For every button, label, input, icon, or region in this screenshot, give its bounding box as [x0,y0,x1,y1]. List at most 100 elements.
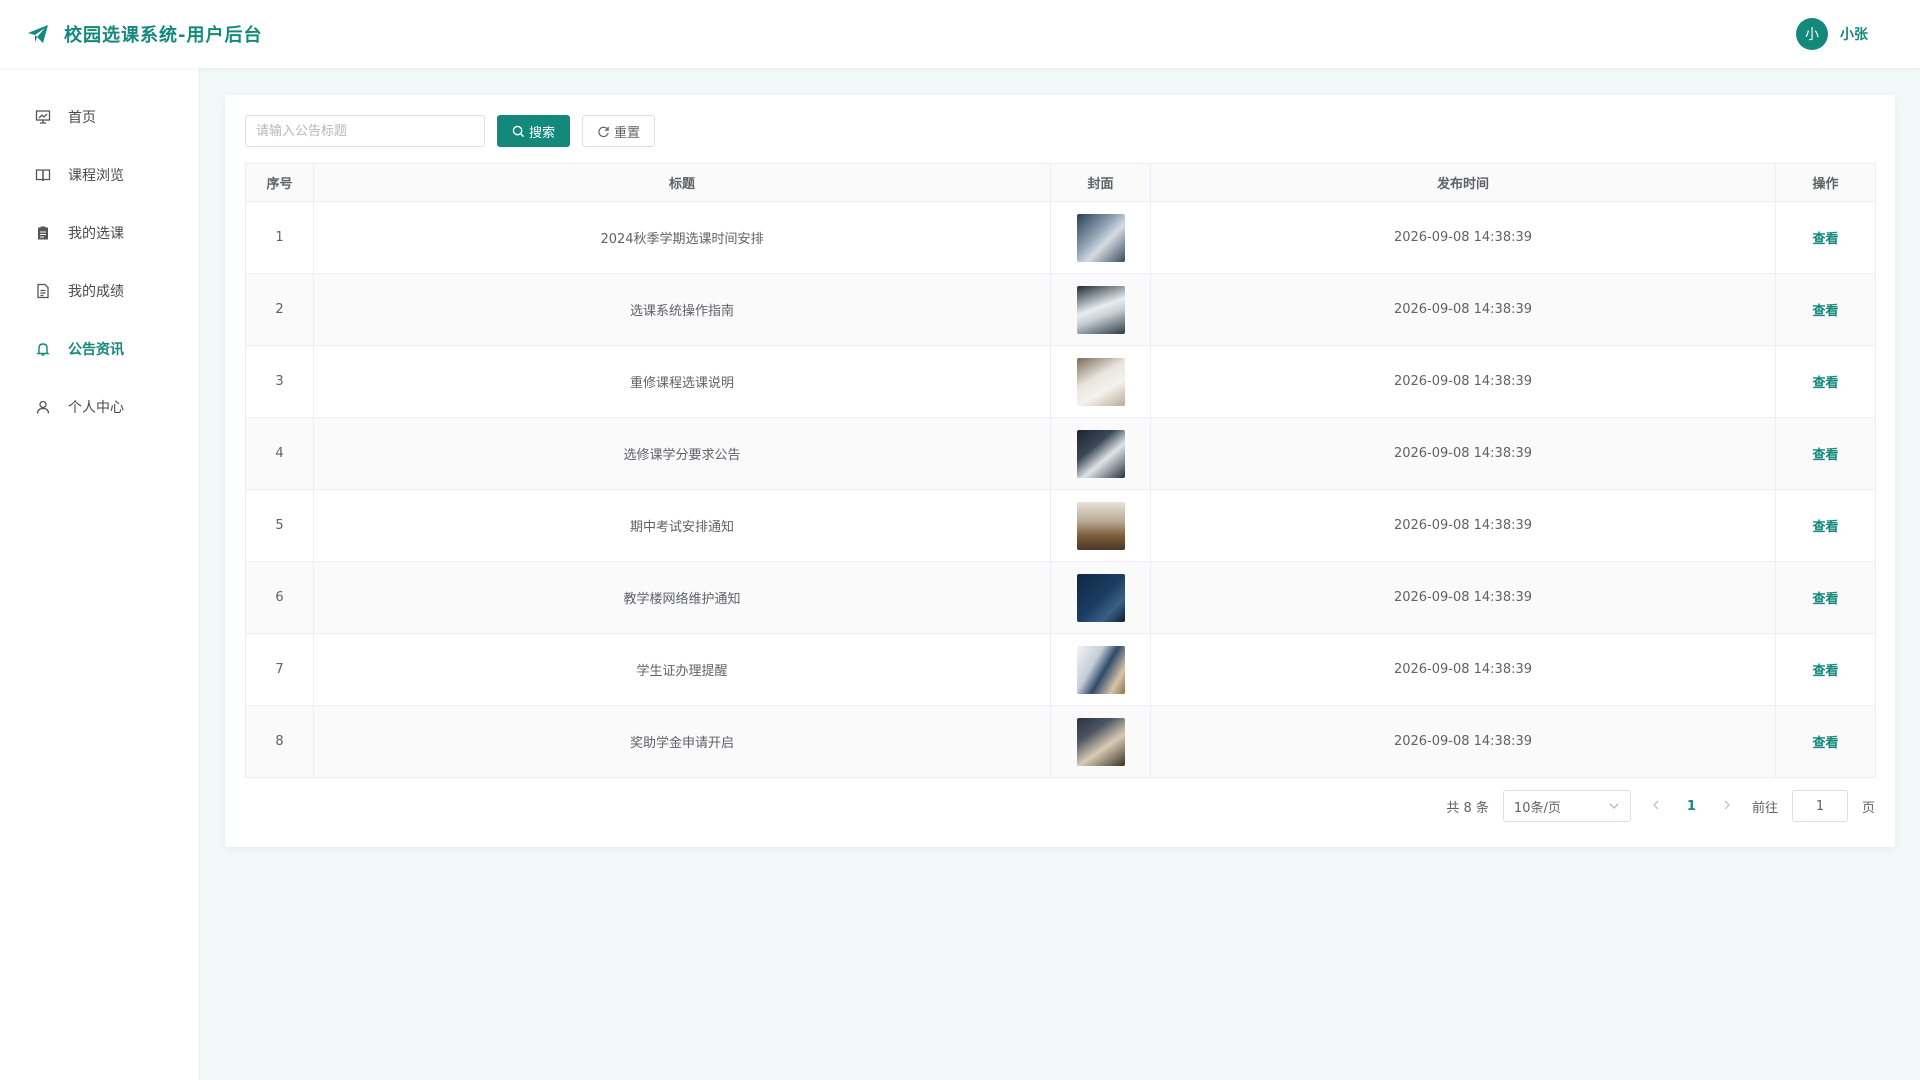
view-link[interactable]: 查看 [1812,304,1838,319]
table-row: 5 期中考试安排通知 2026-09-08 14:38:39 查看 [245,489,1876,562]
view-link[interactable]: 查看 [1812,592,1838,607]
user-name[interactable]: 小张 [1840,24,1868,44]
row-action-cell: 查看 [1775,489,1876,562]
row-time: 2026-09-08 14:38:39 [1150,489,1776,562]
sidebar-item-my-courses[interactable]: 我的选课 [0,204,199,262]
row-cover-cell [1050,345,1151,418]
row-action-cell: 查看 [1775,705,1876,778]
total-count: 共 8 条 [1446,800,1489,816]
page-size-select[interactable]: 10条/页 [1502,790,1631,822]
next-page-button[interactable] [1716,798,1738,814]
row-action-cell: 查看 [1775,633,1876,706]
reset-button[interactable]: 重置 [582,115,656,147]
column-header-time: 发布时间 [1150,163,1776,202]
user-menu[interactable]: 小 小张 [1796,18,1868,50]
presentation-icon [34,108,52,126]
cover-thumbnail[interactable] [1076,573,1125,622]
search-toolbar: 搜索 重置 [245,115,656,147]
row-cover-cell [1050,417,1151,490]
row-time: 2026-09-08 14:38:39 [1150,417,1776,490]
row-time: 2026-09-08 14:38:39 [1150,273,1776,346]
pagination: 共 8 条 10条/页 1 前往 页 [1446,790,1875,822]
row-time: 2026-09-08 14:38:39 [1150,633,1776,706]
row-time: 2026-09-08 14:38:39 [1150,561,1776,634]
page-size-value: 10条/页 [1513,800,1561,816]
top-header: 校园选课系统-用户后台 小 小张 [0,0,1920,68]
row-index: 8 [245,705,314,778]
cover-thumbnail[interactable] [1076,645,1125,694]
row-time: 2026-09-08 14:38:39 [1150,705,1776,778]
table-row: 7 学生证办理提醒 2026-09-08 14:38:39 查看 [245,633,1876,706]
view-link[interactable]: 查看 [1812,448,1838,463]
cover-thumbnail[interactable] [1076,429,1125,478]
cover-thumbnail[interactable] [1076,717,1125,766]
column-header-index: 序号 [245,163,314,202]
cover-thumbnail[interactable] [1076,501,1125,550]
row-index: 5 [245,489,314,562]
view-link[interactable]: 查看 [1812,664,1838,679]
sidebar-item-announcements[interactable]: 公告资讯 [0,320,199,378]
row-title: 2024秋季学期选课时间安排 [313,201,1051,274]
row-title: 学生证办理提醒 [313,633,1051,706]
refresh-icon [598,126,609,137]
clipboard-icon [34,224,52,242]
search-input[interactable] [245,115,485,147]
cover-thumbnail[interactable] [1076,213,1125,262]
book-icon [34,166,52,184]
row-index: 1 [245,201,314,274]
row-title: 选课系统操作指南 [313,273,1051,346]
page-suffix: 页 [1861,800,1875,816]
document-icon [34,282,52,300]
table-row: 6 教学楼网络维护通知 2026-09-08 14:38:39 查看 [245,561,1876,634]
row-time: 2026-09-08 14:38:39 [1150,345,1776,418]
search-button[interactable]: 搜索 [497,115,571,147]
avatar[interactable]: 小 [1796,18,1828,50]
row-index: 7 [245,633,314,706]
row-action-cell: 查看 [1775,561,1876,634]
brand: 校园选课系统-用户后台 [26,21,262,47]
row-title: 期中考试安排通知 [313,489,1051,562]
row-index: 6 [245,561,314,634]
sidebar-item-grades[interactable]: 我的成绩 [0,262,199,320]
view-link[interactable]: 查看 [1812,520,1838,535]
user-icon [34,398,52,416]
chevron-right-icon [1724,800,1730,810]
paper-plane-icon [28,25,48,43]
row-cover-cell [1050,561,1151,634]
row-index: 4 [245,417,314,490]
sidebar-item-label: 首页 [68,110,96,126]
search-icon [512,125,525,137]
view-link[interactable]: 查看 [1812,376,1838,391]
row-cover-cell [1050,201,1151,274]
table-row: 3 重修课程选课说明 2026-09-08 14:38:39 查看 [245,345,1876,418]
row-title: 重修课程选课说明 [313,345,1051,418]
row-title: 奖助学金申请开启 [313,705,1051,778]
reset-button-label: 重置 [614,125,641,141]
sidebar-item-label: 个人中心 [68,400,124,416]
row-action-cell: 查看 [1775,345,1876,418]
sidebar-item-profile[interactable]: 个人中心 [0,378,199,436]
sidebar-item-label: 公告资讯 [68,342,124,358]
prev-page-button[interactable] [1645,798,1667,814]
view-link[interactable]: 查看 [1812,736,1838,751]
goto-label: 前往 [1751,800,1778,816]
goto-page-input[interactable] [1791,790,1848,822]
sidebar-item-courses[interactable]: 课程浏览 [0,146,199,204]
page-number-current[interactable]: 1 [1681,799,1702,814]
table-row: 4 选修课学分要求公告 2026-09-08 14:38:39 查看 [245,417,1876,490]
sidebar: 首页 课程浏览 我的选课 我的成绩 公告资讯 个人中心 [0,68,200,1080]
cover-thumbnail[interactable] [1076,285,1125,334]
sidebar-item-label: 我的选课 [68,226,124,242]
table-row: 2 选课系统操作指南 2026-09-08 14:38:39 查看 [245,273,1876,346]
table-header-row: 序号 标题 封面 发布时间 操作 [245,163,1876,202]
sidebar-item-label: 课程浏览 [68,168,124,184]
search-button-label: 搜索 [529,125,556,141]
announcement-panel: 搜索 重置 序号 标题 封面 发布时间 操作 1 2024秋季学期选课时间安排 [225,95,1895,847]
table-row: 8 奖助学金申请开启 2026-09-08 14:38:39 查看 [245,705,1876,778]
row-action-cell: 查看 [1775,417,1876,490]
view-link[interactable]: 查看 [1812,232,1838,247]
cover-thumbnail[interactable] [1076,357,1125,406]
row-time: 2026-09-08 14:38:39 [1150,201,1776,274]
row-index: 3 [245,345,314,418]
sidebar-item-home[interactable]: 首页 [0,88,199,146]
